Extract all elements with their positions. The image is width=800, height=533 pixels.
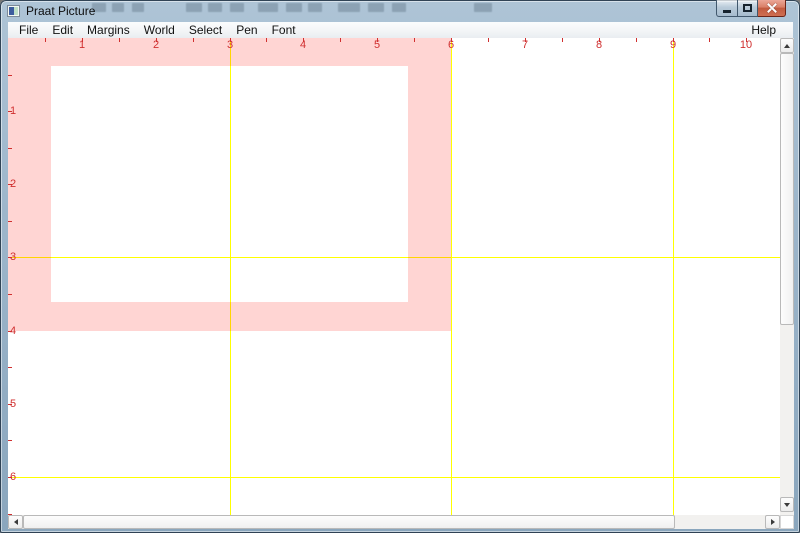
glass-reflection bbox=[368, 3, 384, 12]
top-ruler-label: 5 bbox=[367, 40, 387, 51]
glass-reflection bbox=[186, 3, 202, 12]
gridline-vertical bbox=[230, 38, 231, 515]
ruler-tick bbox=[8, 148, 12, 149]
top-ruler-label: 3 bbox=[220, 40, 240, 51]
praat-app-icon bbox=[7, 5, 20, 17]
glass-reflection bbox=[208, 3, 222, 12]
ruler-tick bbox=[8, 75, 12, 76]
scroll-left-button[interactable] bbox=[8, 515, 23, 529]
top-ruler-label: 9 bbox=[663, 40, 683, 51]
ruler-tick bbox=[414, 38, 415, 42]
arrow-right-icon bbox=[771, 519, 775, 525]
glass-reflection bbox=[112, 3, 124, 12]
ruler-tick bbox=[709, 38, 710, 42]
minimize-icon bbox=[723, 10, 731, 13]
close-icon bbox=[767, 3, 777, 13]
maximize-button[interactable] bbox=[738, 0, 758, 17]
glass-reflection bbox=[338, 3, 360, 12]
gridline-horizontal bbox=[8, 257, 780, 258]
menu-font[interactable]: Font bbox=[265, 23, 303, 38]
menu-help[interactable]: Help bbox=[744, 23, 783, 38]
left-ruler-label: 6 bbox=[10, 472, 16, 483]
gridline-vertical bbox=[673, 38, 674, 515]
scroll-right-button[interactable] bbox=[765, 515, 780, 529]
menu-world[interactable]: World bbox=[137, 23, 182, 38]
top-ruler-label: 8 bbox=[589, 40, 609, 51]
left-ruler-label: 5 bbox=[10, 399, 16, 410]
ruler-tick bbox=[8, 294, 12, 295]
glass-reflection bbox=[286, 3, 302, 12]
menu-pen[interactable]: Pen bbox=[229, 23, 264, 38]
menu-select[interactable]: Select bbox=[182, 23, 229, 38]
picture-canvas[interactable]: 1 2 3 4 5 6 7 8 9 10 1 2 3 4 5 6 bbox=[8, 38, 780, 515]
scroll-up-button[interactable] bbox=[780, 38, 794, 53]
top-ruler-label: 6 bbox=[441, 40, 461, 51]
scrollbar-corner bbox=[780, 515, 794, 529]
window-controls bbox=[716, 0, 786, 18]
ruler-tick bbox=[193, 38, 194, 42]
praat-picture-window: Praat Picture File Edit Margins World Se… bbox=[0, 0, 800, 533]
left-ruler-label: 4 bbox=[10, 326, 16, 337]
top-ruler-label: 2 bbox=[146, 40, 166, 51]
ruler-tick bbox=[266, 38, 267, 42]
vertical-scroll-thumb[interactable] bbox=[780, 53, 794, 325]
glass-reflection bbox=[308, 3, 322, 12]
ruler-tick bbox=[562, 38, 563, 42]
title-bar[interactable]: Praat Picture bbox=[0, 0, 800, 22]
top-ruler-label: 4 bbox=[293, 40, 313, 51]
left-ruler-label: 3 bbox=[10, 252, 16, 263]
ruler-tick bbox=[340, 38, 341, 42]
ruler-tick bbox=[119, 38, 120, 42]
top-ruler-label: 10 bbox=[736, 40, 756, 51]
left-ruler-label: 1 bbox=[10, 106, 16, 117]
arrow-down-icon bbox=[784, 503, 790, 507]
glass-reflection bbox=[258, 3, 278, 12]
menu-file[interactable]: File bbox=[12, 23, 45, 38]
glass-reflection bbox=[132, 3, 144, 12]
scroll-down-button[interactable] bbox=[780, 497, 794, 512]
maximize-icon bbox=[743, 4, 752, 12]
ruler-tick bbox=[636, 38, 637, 42]
menu-edit[interactable]: Edit bbox=[45, 23, 80, 38]
minimize-button[interactable] bbox=[716, 0, 738, 17]
glass-reflection bbox=[392, 3, 406, 12]
gridline-vertical bbox=[451, 38, 452, 515]
window-title: Praat Picture bbox=[26, 4, 95, 18]
left-ruler-label: 2 bbox=[10, 179, 16, 190]
ruler-tick bbox=[8, 367, 12, 368]
menu-bar: File Edit Margins World Select Pen Font … bbox=[8, 22, 793, 39]
ruler-tick bbox=[45, 38, 46, 42]
top-ruler-label: 1 bbox=[72, 40, 92, 51]
horizontal-scroll-thumb[interactable] bbox=[23, 515, 675, 529]
ruler-tick bbox=[488, 38, 489, 42]
vertical-scrollbar[interactable] bbox=[780, 38, 794, 515]
glass-reflection bbox=[474, 3, 492, 12]
ruler-tick bbox=[8, 440, 12, 441]
close-button[interactable] bbox=[758, 0, 786, 17]
menu-margins[interactable]: Margins bbox=[80, 23, 137, 38]
arrow-up-icon bbox=[784, 44, 790, 48]
arrow-left-icon bbox=[14, 519, 18, 525]
top-ruler-label: 7 bbox=[515, 40, 535, 51]
ruler-tick bbox=[8, 221, 12, 222]
horizontal-scrollbar[interactable] bbox=[8, 515, 780, 529]
glass-reflection bbox=[230, 3, 244, 12]
gridline-horizontal bbox=[8, 477, 780, 478]
ruler-tick bbox=[8, 514, 12, 515]
